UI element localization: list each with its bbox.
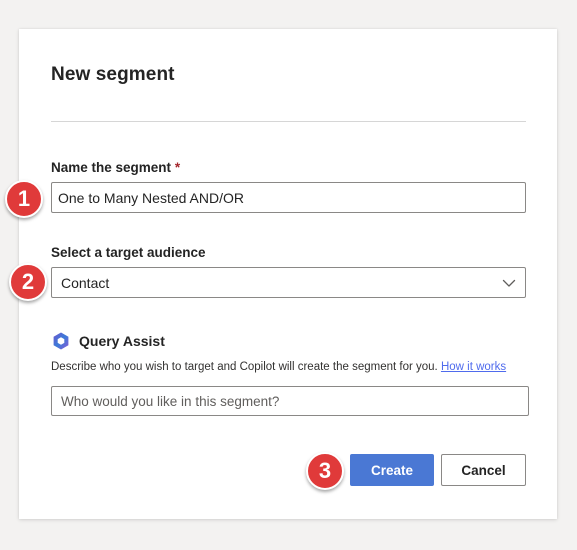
target-audience-dropdown[interactable]: Contact xyxy=(51,267,526,298)
divider xyxy=(51,121,526,122)
annotation-badge-3: 3 xyxy=(306,452,344,490)
how-it-works-link[interactable]: How it works xyxy=(441,361,506,373)
chevron-down-icon xyxy=(502,279,516,287)
query-assist-description-text: Describe who you wish to target and Copi… xyxy=(51,361,438,373)
dialog-title: New segment xyxy=(51,64,175,85)
query-assist-input[interactable] xyxy=(51,386,529,416)
required-mark: * xyxy=(174,160,181,175)
target-audience-label: Select a target audience xyxy=(51,245,206,260)
segment-name-input[interactable] xyxy=(51,182,526,213)
copilot-icon xyxy=(53,332,69,350)
cancel-button[interactable]: Cancel xyxy=(441,454,526,486)
create-button[interactable]: Create xyxy=(350,454,434,486)
query-assist-header: Query Assist xyxy=(51,331,165,351)
segment-name-label: Name the segment * xyxy=(51,160,180,175)
target-audience-value: Contact xyxy=(61,274,110,291)
query-assist-title: Query Assist xyxy=(79,333,165,349)
segment-name-label-text: Name the segment xyxy=(51,160,172,175)
annotation-badge-2: 2 xyxy=(9,263,47,301)
annotation-badge-1: 1 xyxy=(5,180,43,218)
query-assist-description: Describe who you wish to target and Copi… xyxy=(51,361,506,373)
